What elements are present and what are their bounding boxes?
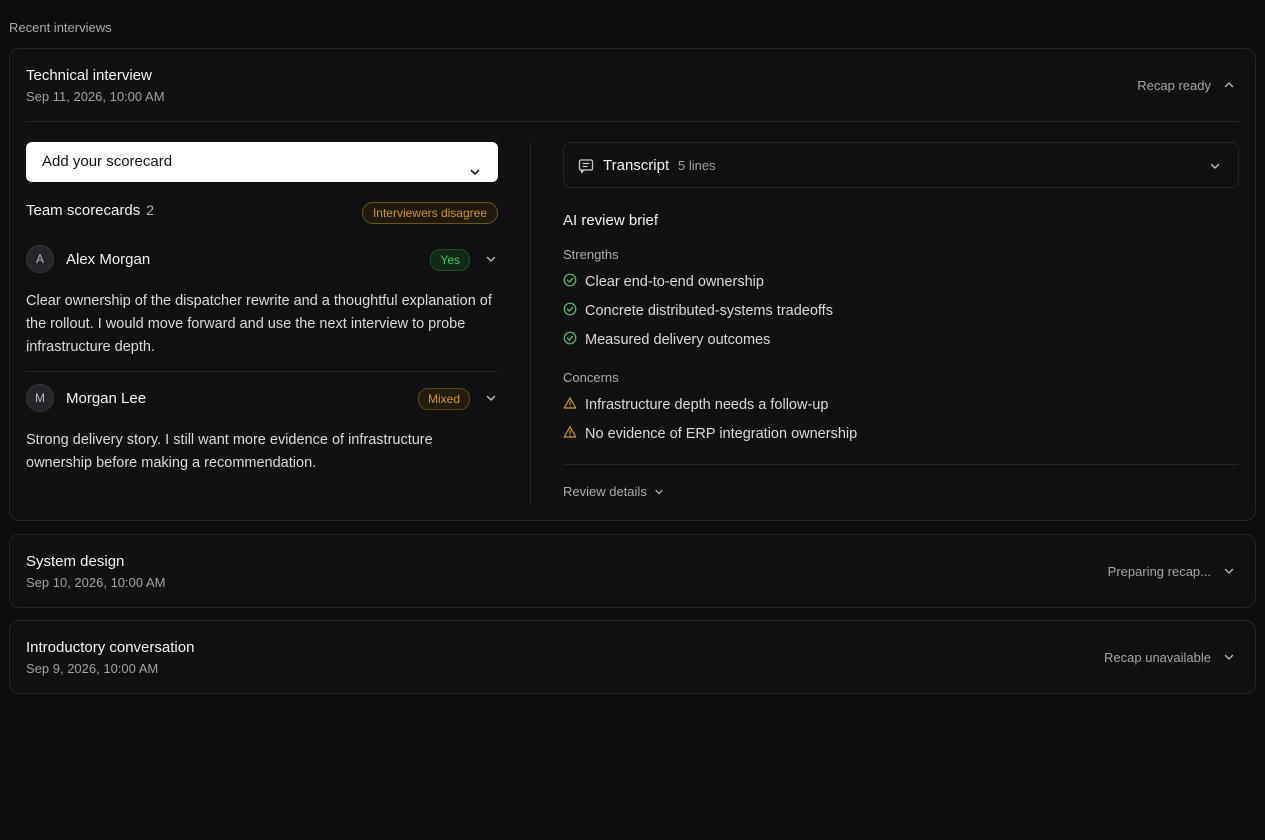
verdict-badge: Mixed: [417, 388, 470, 410]
strengths-label: Strengths: [563, 247, 619, 262]
chevron-down-icon: [468, 155, 482, 175]
chevron-up-icon[interactable]: [1222, 78, 1236, 92]
interview-title: Introductory conversation: [26, 639, 195, 656]
interview-card-technical: Technical interview Sep 11, 2026, 10:00 …: [9, 48, 1256, 521]
scorecards-panel: Add your scorecard Team scorecards 2 Inte…: [26, 142, 498, 475]
transcript-line-count: 5 lines: [678, 158, 716, 173]
avatar: A: [26, 245, 54, 273]
chevron-down-icon: [655, 489, 663, 494]
warning-triangle-icon: [563, 425, 577, 439]
interview-card-introductory[interactable]: Introductory conversation Sep 9, 2026, 1…: [9, 620, 1256, 694]
interview-date: Sep 11, 2026, 10:00 AM: [26, 89, 165, 104]
add-scorecard-select[interactable]: Add your scorecard: [26, 142, 498, 182]
recap-status: Recap ready: [1137, 78, 1211, 93]
transcript-label: Transcript: [603, 157, 670, 174]
interview-card-system-design[interactable]: System design Sep 10, 2026, 10:00 AM Pre…: [9, 534, 1256, 608]
concern-text: No evidence of ERP integration ownership: [585, 426, 858, 442]
strengths-list: Clear end-to-end ownership Concrete dist…: [563, 266, 1239, 353]
chevron-down-icon: [1208, 159, 1222, 173]
reviewer-name: Alex Morgan: [66, 251, 151, 268]
reviewer-scorecard: A Alex Morgan Yes Clear ownership of the…: [26, 245, 498, 372]
concerns-list: Infrastructure depth needs a follow-up N…: [563, 389, 1239, 447]
avatar: M: [26, 384, 54, 412]
reviewer-header[interactable]: M Morgan Lee Mixed: [26, 384, 498, 412]
ai-brief-title: AI review brief: [563, 212, 659, 229]
strength-text: Measured delivery outcomes: [585, 332, 771, 348]
review-details-toggle[interactable]: Review details: [563, 484, 1239, 499]
reviewer-header[interactable]: A Alex Morgan Yes: [26, 245, 498, 273]
strength-item: Clear end-to-end ownership: [563, 266, 1239, 295]
reviewer-comment: Strong delivery story. I still want more…: [26, 432, 433, 471]
brief-divider: [563, 464, 1239, 465]
interview-card-header[interactable]: System design Sep 10, 2026, 10:00 AM Pre…: [10, 535, 1255, 607]
reviewer-scorecard: M Morgan Lee Mixed Strong delivery story…: [26, 384, 498, 475]
team-scorecards-header: Team scorecards 2 Interviewers disagree: [26, 202, 498, 224]
concerns-label: Concerns: [563, 370, 619, 385]
transcript-icon: [578, 158, 594, 174]
concern-text: Infrastructure depth needs a follow-up: [585, 397, 829, 413]
interview-date: Sep 10, 2026, 10:00 AM: [26, 575, 166, 590]
verdict-badge: Yes: [430, 249, 470, 271]
warning-triangle-icon: [563, 396, 577, 410]
chevron-down-icon[interactable]: [1222, 564, 1236, 578]
chevron-down-icon[interactable]: [484, 252, 498, 266]
reviewer-divider: [26, 371, 498, 372]
strength-text: Concrete distributed-systems tradeoffs: [585, 303, 833, 319]
interview-detail: Add your scorecard Team scorecards 2 Inte…: [10, 122, 1255, 520]
chevron-down-icon[interactable]: [484, 391, 498, 405]
team-scorecards-title: Team scorecards: [26, 202, 141, 219]
interviewers-disagree-badge: Interviewers disagree: [361, 202, 498, 224]
strength-item: Concrete distributed-systems tradeoffs: [563, 295, 1239, 324]
review-details-label: Review details: [563, 484, 647, 499]
strength-item: Measured delivery outcomes: [563, 324, 1239, 353]
column-divider: [530, 142, 531, 504]
ai-review-panel: Transcript 5 lines AI review brief Stren…: [563, 142, 1239, 499]
add-scorecard-label: Add your scorecard: [42, 153, 173, 170]
interview-title: Technical interview: [26, 67, 152, 84]
check-circle-icon: [563, 331, 577, 345]
interview-date: Sep 9, 2026, 10:00 AM: [26, 661, 159, 676]
recap-status: Preparing recap...: [1107, 564, 1211, 579]
concern-item: Infrastructure depth needs a follow-up: [563, 389, 1239, 418]
interview-card-header[interactable]: Introductory conversation Sep 9, 2026, 1…: [10, 621, 1255, 693]
reviewer-comment: Clear ownership of the dispatcher rewrit…: [26, 293, 492, 355]
check-circle-icon: [563, 302, 577, 316]
recap-status: Recap unavailable: [1104, 650, 1211, 665]
concern-item: No evidence of ERP integration ownership: [563, 418, 1239, 447]
chevron-down-icon[interactable]: [1222, 650, 1236, 664]
team-scorecards-count: 2: [146, 202, 155, 218]
check-circle-icon: [563, 273, 577, 287]
reviewer-name: Morgan Lee: [66, 390, 147, 407]
strength-text: Clear end-to-end ownership: [585, 274, 764, 290]
interview-title: System design: [26, 553, 125, 570]
transcript-toggle[interactable]: Transcript 5 lines: [563, 142, 1239, 188]
section-label: Recent interviews: [9, 20, 112, 35]
interview-card-header[interactable]: Technical interview Sep 11, 2026, 10:00 …: [10, 49, 1255, 121]
